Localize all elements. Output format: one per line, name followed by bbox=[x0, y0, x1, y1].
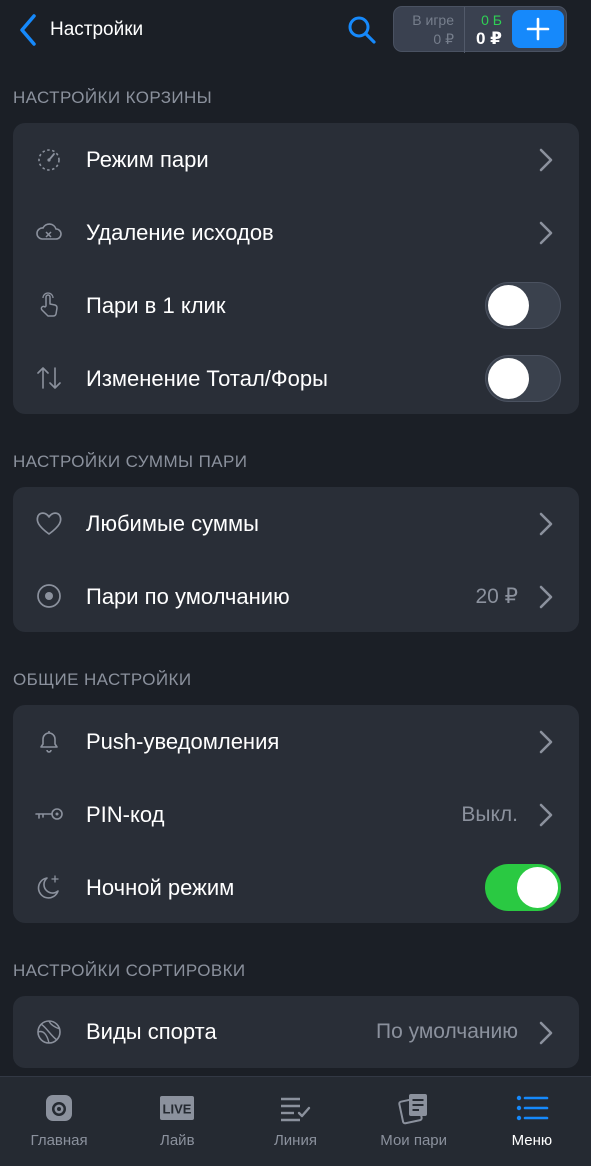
money-balance: 0 ₽ bbox=[475, 29, 502, 48]
search-icon[interactable] bbox=[344, 12, 380, 48]
row-total-handicap-change: Изменение Тотал/Форы bbox=[13, 342, 579, 415]
row-value: 20 ₽ bbox=[475, 585, 518, 608]
top-bar: Настройки В игре 0 ₽ 0 Б 0 ₽ bbox=[0, 0, 591, 60]
balance-widget[interactable]: В игре 0 ₽ 0 Б 0 ₽ bbox=[393, 6, 567, 53]
live-icon: LIVE bbox=[160, 1096, 195, 1120]
menu-icon bbox=[516, 1095, 549, 1121]
row-bet-mode[interactable]: Режим пари bbox=[13, 123, 579, 196]
row-push-notifications[interactable]: Push-уведомления bbox=[13, 705, 579, 778]
home-icon bbox=[46, 1095, 73, 1121]
row-favorite-amounts[interactable]: Любимые суммы bbox=[13, 487, 579, 560]
row-pin-code[interactable]: PIN-код Выкл. bbox=[13, 778, 579, 851]
row-default-bet[interactable]: Пари по умолчанию 20 ₽ bbox=[13, 560, 579, 633]
row-value: Выкл. bbox=[461, 802, 518, 826]
tab-live[interactable]: LIVE Лайв bbox=[118, 1077, 236, 1166]
back-label: Настройки bbox=[50, 19, 144, 40]
tab-label: Мои пари bbox=[380, 1132, 448, 1149]
line-list-icon bbox=[281, 1097, 311, 1122]
chevron-right-icon bbox=[539, 803, 553, 827]
row-label: Удаление исходов bbox=[86, 219, 274, 245]
row-label: Изменение Тотал/Форы bbox=[86, 365, 328, 391]
bottom-tab-bar: Главная LIVE Лайв Линия Мои пари Меню bbox=[0, 1076, 591, 1166]
deposit-button[interactable] bbox=[512, 10, 564, 48]
row-label: Виды спорта bbox=[86, 1019, 217, 1044]
row-label: Любимые суммы bbox=[86, 510, 259, 536]
bonus-balance: 0 Б bbox=[481, 12, 502, 28]
chevron-right-icon bbox=[539, 512, 553, 536]
chevron-right-icon bbox=[539, 1021, 553, 1045]
toggle-knob bbox=[517, 867, 558, 908]
tab-menu[interactable]: Меню bbox=[473, 1077, 591, 1166]
general-settings-card: Push-уведомления PIN-код Выкл. Ночной ре… bbox=[13, 705, 579, 923]
amount-settings-card: Любимые суммы Пари по умолчанию 20 ₽ bbox=[13, 487, 579, 632]
speedometer-icon bbox=[38, 149, 60, 171]
night-mode-toggle[interactable] bbox=[485, 864, 561, 911]
tab-label: Лайв bbox=[160, 1132, 195, 1149]
bell-icon bbox=[40, 731, 58, 753]
my-bets-icon bbox=[397, 1094, 427, 1125]
row-label: PIN-код bbox=[86, 801, 165, 827]
svg-text:LIVE: LIVE bbox=[163, 1102, 192, 1117]
chevron-right-icon bbox=[539, 148, 553, 172]
row-one-click-bet: Пари в 1 клик bbox=[13, 269, 579, 342]
tab-label: Главная bbox=[30, 1132, 88, 1149]
chevron-right-icon bbox=[539, 730, 553, 754]
ball-icon bbox=[37, 1020, 61, 1044]
row-remove-outcomes[interactable]: Удаление исходов bbox=[13, 196, 579, 269]
chevron-left-icon bbox=[20, 14, 36, 46]
target-icon bbox=[37, 584, 61, 608]
section-title-general: ОБЩИЕ НАСТРОЙКИ bbox=[13, 670, 192, 689]
tab-label: Меню bbox=[511, 1132, 553, 1149]
row-label: Пари по умолчанию bbox=[86, 583, 290, 609]
basket-settings-card: Режим пари Удаление исходов Пари в 1 кли… bbox=[13, 123, 579, 414]
total-handicap-toggle[interactable] bbox=[485, 355, 561, 402]
row-label: Пари в 1 клик bbox=[86, 292, 226, 318]
chevron-right-icon bbox=[539, 221, 553, 245]
row-night-mode: Ночной режим bbox=[13, 851, 579, 924]
section-title-basket: НАСТРОЙКИ КОРЗИНЫ bbox=[13, 88, 213, 107]
heart-icon bbox=[36, 512, 62, 535]
tab-line[interactable]: Линия bbox=[236, 1077, 354, 1166]
section-title-amount: НАСТРОЙКИ СУММЫ ПАРИ bbox=[13, 452, 248, 471]
toggle-knob bbox=[488, 358, 529, 399]
tab-my-bets[interactable]: Мои пари bbox=[355, 1077, 473, 1166]
up-down-arrows-icon bbox=[37, 367, 61, 389]
row-value: По умолчанию bbox=[375, 1020, 518, 1043]
plus-icon bbox=[526, 17, 550, 41]
row-label: Push-уведомления bbox=[86, 728, 280, 754]
cloud-remove-icon bbox=[36, 223, 62, 240]
toggle-knob bbox=[488, 285, 529, 326]
tap-hand-icon bbox=[40, 292, 58, 317]
in-game-label: В игре bbox=[412, 12, 454, 28]
tab-label: Линия bbox=[273, 1132, 317, 1149]
chevron-right-icon bbox=[539, 585, 553, 609]
row-sport-types[interactable]: Виды спорта По умолчанию bbox=[13, 996, 579, 1068]
in-game-value: 0 ₽ bbox=[433, 31, 454, 47]
key-icon bbox=[35, 808, 63, 820]
section-title-sorting: НАСТРОЙКИ СОРТИРОВКИ bbox=[13, 961, 246, 980]
back-button[interactable]: Настройки bbox=[18, 10, 143, 50]
moon-stars-icon bbox=[37, 875, 59, 899]
one-click-toggle[interactable] bbox=[485, 282, 561, 329]
tab-home[interactable]: Главная bbox=[0, 1077, 118, 1166]
sorting-settings-card: Виды спорта По умолчанию bbox=[13, 996, 579, 1068]
row-label: Режим пари bbox=[86, 146, 209, 172]
row-label: Ночной режим bbox=[86, 874, 235, 900]
